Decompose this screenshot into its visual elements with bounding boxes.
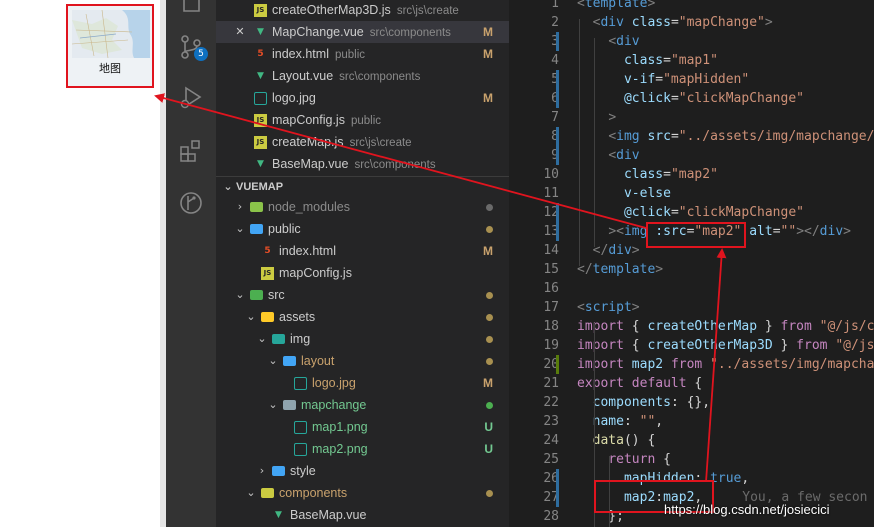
- annotation-arrows: [154, 93, 727, 483]
- arrow-to-thumbnail: [154, 93, 647, 229]
- watermark: https://blog.csdn.net/josiecici: [664, 502, 830, 517]
- arrow-to-src: [705, 248, 727, 483]
